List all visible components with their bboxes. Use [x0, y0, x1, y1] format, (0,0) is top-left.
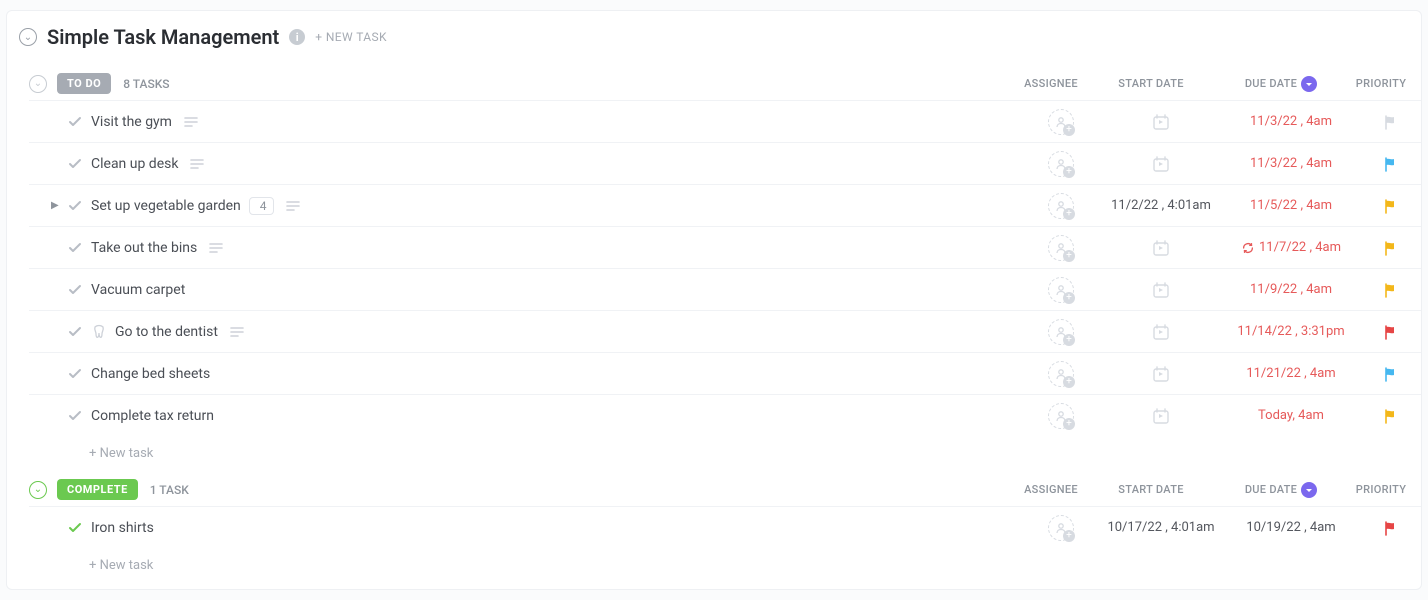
task-row[interactable]: Take out the bins 11/7/22 , 4am: [29, 226, 1421, 268]
status-group: ⌄ TO DO 8 TASKS ASSIGNEE START DATE DUE …: [7, 67, 1421, 467]
start-date-placeholder[interactable]: [1151, 112, 1171, 132]
priority-flag-icon[interactable]: [1383, 114, 1399, 130]
due-date-value[interactable]: 11/7/22 , 4am: [1221, 240, 1361, 255]
collapse-list-icon[interactable]: ⌄: [19, 28, 37, 46]
complete-check-icon[interactable]: [67, 324, 83, 340]
task-title[interactable]: Vacuum carpet: [91, 282, 185, 298]
due-date-value[interactable]: 11/3/22 , 4am: [1221, 156, 1361, 171]
subtask-count[interactable]: 4: [249, 197, 274, 215]
status-group: ⌄ COMPLETE 1 TASK ASSIGNEE START DATE DU…: [7, 473, 1421, 579]
col-priority[interactable]: PRIORITY: [1351, 483, 1411, 496]
task-count: 1 TASK: [150, 483, 189, 497]
assignee-placeholder[interactable]: [1048, 193, 1074, 219]
info-icon[interactable]: i: [289, 29, 305, 45]
complete-check-icon[interactable]: [67, 520, 83, 536]
assignee-placeholder[interactable]: [1048, 109, 1074, 135]
start-date-placeholder[interactable]: [1151, 364, 1171, 384]
start-date-value[interactable]: 10/17/22 , 4:01am: [1107, 520, 1214, 535]
description-icon[interactable]: [190, 158, 204, 170]
complete-check-icon[interactable]: [67, 240, 83, 256]
task-count: 8 TASKS: [123, 77, 169, 91]
col-start-date[interactable]: START DATE: [1091, 77, 1211, 90]
due-date-value[interactable]: 11/5/22 , 4am: [1221, 198, 1361, 213]
priority-flag-icon[interactable]: [1383, 282, 1399, 298]
task-row[interactable]: Change bed sheets 11/21/22 , 4am: [29, 352, 1421, 394]
complete-check-icon[interactable]: [67, 282, 83, 298]
complete-check-icon[interactable]: [67, 114, 83, 130]
new-task-row[interactable]: + New task: [29, 548, 1421, 579]
priority-flag-icon[interactable]: [1383, 198, 1399, 214]
task-title[interactable]: Iron shirts: [91, 520, 154, 536]
complete-check-icon[interactable]: [67, 366, 83, 382]
due-date-value[interactable]: 10/19/22 , 4am: [1221, 520, 1361, 535]
task-title[interactable]: Go to the dentist: [115, 324, 218, 340]
due-date-value[interactable]: 11/14/22 , 3:31pm: [1221, 324, 1361, 339]
description-icon[interactable]: [230, 326, 244, 338]
task-title[interactable]: Visit the gym: [91, 114, 172, 130]
priority-flag-icon[interactable]: [1383, 156, 1399, 172]
start-date-value[interactable]: 11/2/22 , 4:01am: [1111, 198, 1211, 213]
tooth-icon: [91, 324, 107, 340]
status-pill[interactable]: COMPLETE: [57, 479, 138, 500]
col-due-date[interactable]: DUE DATE: [1211, 76, 1351, 92]
due-date-value[interactable]: 11/3/22 , 4am: [1221, 114, 1361, 129]
start-date-placeholder[interactable]: [1151, 406, 1171, 426]
col-assignee[interactable]: ASSIGNEE: [1011, 483, 1091, 496]
new-task-row[interactable]: + New task: [29, 436, 1421, 467]
col-start-date[interactable]: START DATE: [1091, 483, 1211, 496]
col-assignee[interactable]: ASSIGNEE: [1011, 77, 1091, 90]
new-task-button[interactable]: + NEW TASK: [315, 30, 387, 44]
description-icon[interactable]: [184, 116, 198, 128]
task-row[interactable]: Visit the gym 11/3/22 , 4am: [29, 100, 1421, 142]
assignee-placeholder[interactable]: [1048, 235, 1074, 261]
task-title[interactable]: Take out the bins: [91, 240, 197, 256]
assignee-placeholder[interactable]: [1048, 277, 1074, 303]
complete-check-icon[interactable]: [67, 198, 83, 214]
description-icon[interactable]: [286, 200, 300, 212]
collapse-group-icon[interactable]: ⌄: [29, 75, 47, 93]
task-row[interactable]: Vacuum carpet 11/9/22 , 4am: [29, 268, 1421, 310]
sort-asc-icon: [1301, 482, 1317, 498]
col-due-date[interactable]: DUE DATE: [1211, 482, 1351, 498]
expand-subtasks-icon[interactable]: ▶: [51, 200, 59, 211]
priority-flag-icon[interactable]: [1383, 324, 1399, 340]
due-date-value[interactable]: 11/21/22 , 4am: [1221, 366, 1361, 381]
complete-check-icon[interactable]: [67, 408, 83, 424]
start-date-placeholder[interactable]: [1151, 238, 1171, 258]
priority-flag-icon[interactable]: [1383, 408, 1399, 424]
description-icon[interactable]: [209, 242, 223, 254]
task-row[interactable]: Clean up desk 11/3/22 , 4am: [29, 142, 1421, 184]
due-date-value[interactable]: 11/9/22 , 4am: [1221, 282, 1361, 297]
task-title[interactable]: Complete tax return: [91, 408, 214, 424]
due-date-value[interactable]: Today, 4am: [1221, 408, 1361, 423]
priority-flag-icon[interactable]: [1383, 366, 1399, 382]
list-title: Simple Task Management: [47, 25, 279, 49]
task-title[interactable]: Change bed sheets: [91, 366, 210, 382]
complete-check-icon[interactable]: [67, 156, 83, 172]
sort-asc-icon: [1301, 76, 1317, 92]
assignee-placeholder[interactable]: [1048, 515, 1074, 541]
priority-flag-icon[interactable]: [1383, 240, 1399, 256]
start-date-placeholder[interactable]: [1151, 154, 1171, 174]
priority-flag-icon[interactable]: [1383, 520, 1399, 536]
task-title[interactable]: Set up vegetable garden: [91, 198, 241, 214]
start-date-placeholder[interactable]: [1151, 280, 1171, 300]
status-pill[interactable]: TO DO: [57, 73, 111, 94]
assignee-placeholder[interactable]: [1048, 403, 1074, 429]
task-row[interactable]: Go to the dentist 11/14/22 , 3:31pm: [29, 310, 1421, 352]
list-header: ⌄ Simple Task Management i + NEW TASK: [7, 21, 1421, 61]
collapse-group-icon[interactable]: ⌄: [29, 481, 47, 499]
assignee-placeholder[interactable]: [1048, 361, 1074, 387]
assignee-placeholder[interactable]: [1048, 151, 1074, 177]
task-row[interactable]: ▶ Set up vegetable garden 4 11/2/22 , 4:…: [29, 184, 1421, 226]
task-row[interactable]: Complete tax return Today, 4am: [29, 394, 1421, 436]
task-title[interactable]: Clean up desk: [91, 156, 178, 172]
start-date-placeholder[interactable]: [1151, 322, 1171, 342]
assignee-placeholder[interactable]: [1048, 319, 1074, 345]
list-panel: ⌄ Simple Task Management i + NEW TASK ⌄ …: [6, 10, 1422, 590]
task-row[interactable]: Iron shirts 10/17/22 , 4:01am 10/19/22 ,…: [29, 506, 1421, 548]
col-priority[interactable]: PRIORITY: [1351, 77, 1411, 90]
recurring-icon: [1241, 241, 1255, 255]
